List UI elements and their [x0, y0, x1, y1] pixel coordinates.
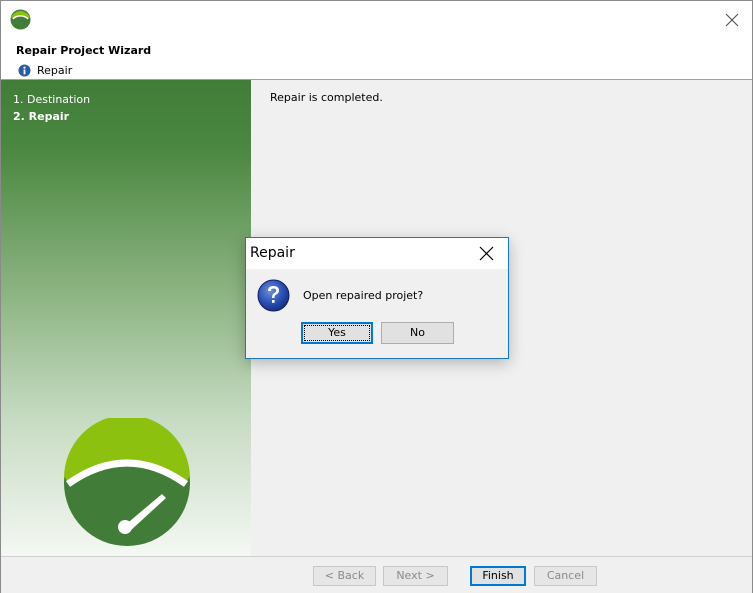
wizard-subtitle: Repair [37, 64, 73, 77]
next-button[interactable]: Next > [383, 566, 448, 586]
dialog-title: Repair [250, 245, 295, 261]
question-icon [257, 279, 290, 312]
wizard-header: Repair Project Wizard Repair [1, 39, 752, 80]
wizard-footer: < Back Next > Finish Cancel [1, 556, 752, 593]
app-logo-icon [10, 9, 31, 30]
wizard-title: Repair Project Wizard [16, 44, 152, 57]
focus-ring [304, 325, 370, 341]
cancel-button[interactable]: Cancel [534, 566, 597, 586]
dialog-close-button[interactable] [478, 245, 495, 262]
back-button[interactable]: < Back [313, 566, 376, 586]
step-repair: 2. Repair [13, 110, 70, 123]
finish-button[interactable]: Finish [470, 566, 526, 586]
dialog-message: Open repaired projet? [303, 289, 424, 302]
window-titlebar [1, 1, 752, 39]
yes-button[interactable]: Yes [301, 322, 373, 344]
repair-status-text: Repair is completed. [270, 91, 383, 104]
no-button[interactable]: No [381, 322, 454, 344]
gauge-logo-icon [64, 418, 190, 546]
window-close-button[interactable] [721, 9, 743, 31]
info-icon [18, 64, 31, 77]
step-destination: 1. Destination [13, 93, 91, 106]
wizard-steps-sidebar: 1. Destination 2. Repair [1, 80, 251, 556]
repair-dialog: Repair Open repaired projet? Yes No [245, 237, 509, 359]
dialog-titlebar: Repair [246, 238, 508, 269]
